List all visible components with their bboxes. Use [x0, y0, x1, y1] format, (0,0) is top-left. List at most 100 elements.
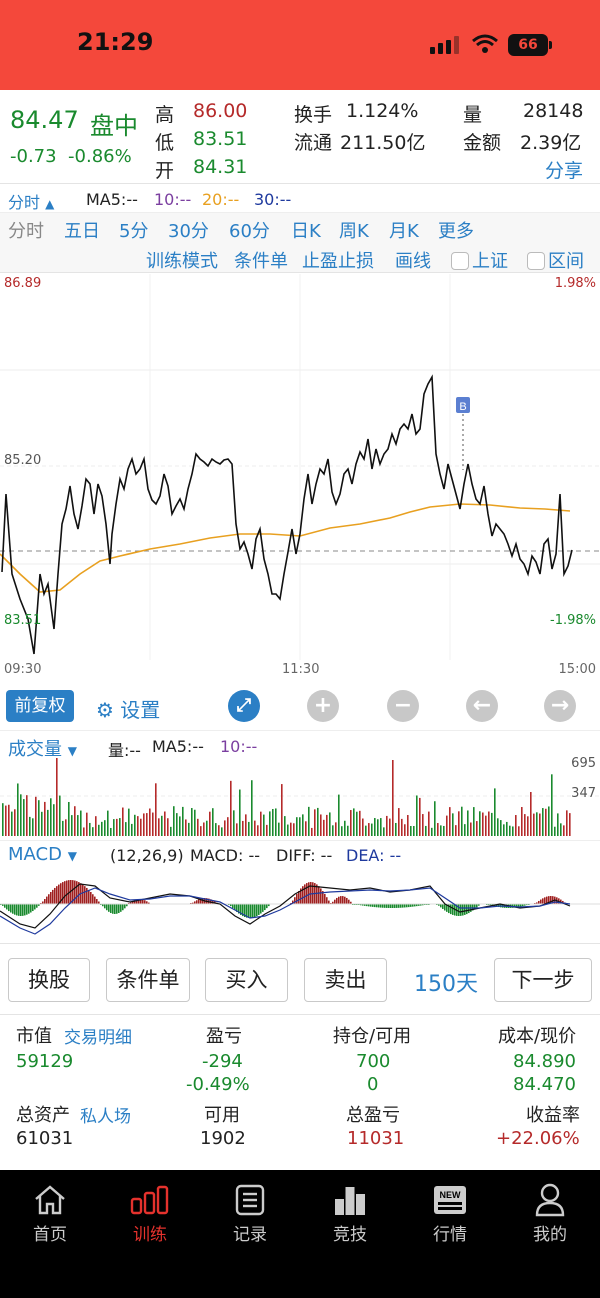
list-icon [200, 1182, 300, 1218]
volume-bar [167, 818, 169, 836]
volume-bar [62, 820, 64, 836]
chart-mode-selector[interactable]: 分时 ▲ [8, 189, 54, 213]
macd-bar [340, 896, 342, 904]
volume-bar [251, 780, 253, 836]
macd-indicator-selector[interactable]: MACD ▼ [8, 844, 77, 865]
zoom-out-icon[interactable]: − [387, 690, 419, 722]
period-tab-daily[interactable]: 日K [291, 217, 321, 243]
next-step-button[interactable]: 下一步 [494, 958, 592, 1002]
training-mode-button[interactable]: 训练模式 [146, 247, 218, 273]
position-header: 持仓/可用 [333, 1026, 412, 1047]
macd-bar [380, 904, 382, 908]
volume-bar [413, 826, 415, 836]
volume-bar [434, 801, 436, 836]
intraday-chart-svg: B [0, 274, 600, 660]
macd-bar [106, 904, 108, 911]
volume-bar [320, 814, 322, 836]
macd-plot [0, 880, 600, 935]
intraday-chart[interactable]: B 86.89 1.98% 85.20 83.51 -1.98% 09:30 1… [0, 274, 600, 682]
volume-bar [347, 825, 349, 836]
arrow-right-icon[interactable]: → [544, 690, 576, 722]
period-tab-monthly[interactable]: 月K [389, 217, 419, 243]
restore-rights-button[interactable]: 前复权 [6, 690, 74, 722]
fullscreen-icon[interactable]: ⤢ [228, 690, 260, 722]
macd-bar [462, 904, 464, 916]
buy-marker-label: B [459, 401, 466, 413]
switch-stock-button[interactable]: 换股 [8, 958, 90, 1002]
volume-bar [41, 811, 43, 836]
volume-bar [488, 811, 490, 836]
period-tab-intraday[interactable]: 分时 [8, 217, 44, 243]
stop-profit-loss-button[interactable]: 止盈止损 [302, 247, 374, 273]
zoom-in-icon[interactable]: + [307, 690, 339, 722]
macd-bar [88, 889, 90, 904]
period-tab-more[interactable]: 更多 [438, 217, 474, 243]
macd-bar [20, 904, 22, 916]
volume-bar [20, 794, 22, 836]
quote-header: 84.47 盘中 -0.73 -0.86% 高 86.00 低 83.51 开 … [0, 92, 600, 184]
yield-header: 收益率 [526, 1105, 580, 1126]
tab-records[interactable]: 记录 [200, 1182, 300, 1245]
volume-bar [416, 795, 418, 836]
trading-status: 盘中 [90, 112, 138, 140]
arrow-left-icon[interactable]: ← [466, 690, 498, 722]
volume-bar [506, 821, 508, 836]
volume-bar [263, 814, 265, 836]
volume-bar [458, 811, 460, 836]
pct-axis-top-label: 1.98% [554, 276, 596, 291]
period-tab-weekly[interactable]: 周K [339, 217, 369, 243]
total-pnl-header: 总盈亏 [346, 1105, 400, 1126]
volume-bar [527, 816, 529, 836]
settings-button[interactable]: ⚙ 设置 [96, 694, 160, 723]
index-overlay-toggle[interactable]: 上证 [451, 247, 508, 273]
tab-training[interactable]: 训练 [100, 1182, 200, 1245]
period-tab-60min[interactable]: 60分 [229, 217, 270, 243]
macd-bar [260, 904, 262, 914]
buy-button[interactable]: 买入 [205, 958, 288, 1002]
tab-market[interactable]: NEW 行情 [400, 1182, 500, 1245]
volume-chart[interactable]: 695 347 [0, 751, 600, 836]
private-arena-link[interactable]: 私人场 [80, 1102, 131, 1127]
macd-bar [86, 887, 88, 904]
volume-bar [422, 814, 424, 836]
volume-bar [308, 806, 310, 836]
macd-bar [198, 899, 200, 904]
period-tab-5min[interactable]: 5分 [119, 217, 148, 243]
volume-bar [68, 801, 70, 836]
volume-bar [38, 800, 40, 836]
macd-bar [196, 900, 198, 904]
volume-bar [248, 821, 250, 836]
volume-bar [425, 825, 427, 836]
tab-profile[interactable]: 我的 [500, 1182, 600, 1245]
volume-bar [221, 827, 223, 836]
sell-button[interactable]: 卖出 [304, 958, 387, 1002]
range-toggle[interactable]: 区间 [527, 247, 584, 273]
volume-bar [467, 810, 469, 836]
volume-bar [119, 818, 121, 836]
tab-home[interactable]: 首页 [0, 1182, 100, 1245]
volume-axis-top: 695 [571, 756, 596, 771]
volume-bar [386, 815, 388, 836]
macd-value: MACD: -- [190, 846, 260, 865]
volume-bar [398, 808, 400, 836]
period-tab-5day[interactable]: 五日 [64, 217, 100, 243]
macd-bar [306, 883, 308, 904]
volume-bar [86, 812, 88, 836]
trade-detail-link[interactable]: 交易明细 [64, 1023, 132, 1048]
condition-order-action-button[interactable]: 条件单 [106, 958, 190, 1002]
volume-bar [236, 823, 238, 836]
macd-bar [90, 892, 92, 904]
period-tab-30min[interactable]: 30分 [168, 217, 209, 243]
share-link[interactable]: 分享 [545, 156, 583, 183]
volume-bar [335, 822, 337, 836]
volume-bar [203, 822, 205, 836]
macd-chart[interactable] [0, 866, 600, 944]
volume-bar [437, 823, 439, 836]
usable-header: 可用 [204, 1105, 240, 1126]
volume-bar [47, 809, 49, 836]
condition-order-button[interactable]: 条件单 [234, 247, 288, 273]
tab-compete[interactable]: 竞技 [300, 1182, 400, 1245]
macd-bar [386, 904, 388, 908]
macd-bar [32, 904, 34, 912]
draw-line-button[interactable]: 画线 [395, 247, 431, 273]
